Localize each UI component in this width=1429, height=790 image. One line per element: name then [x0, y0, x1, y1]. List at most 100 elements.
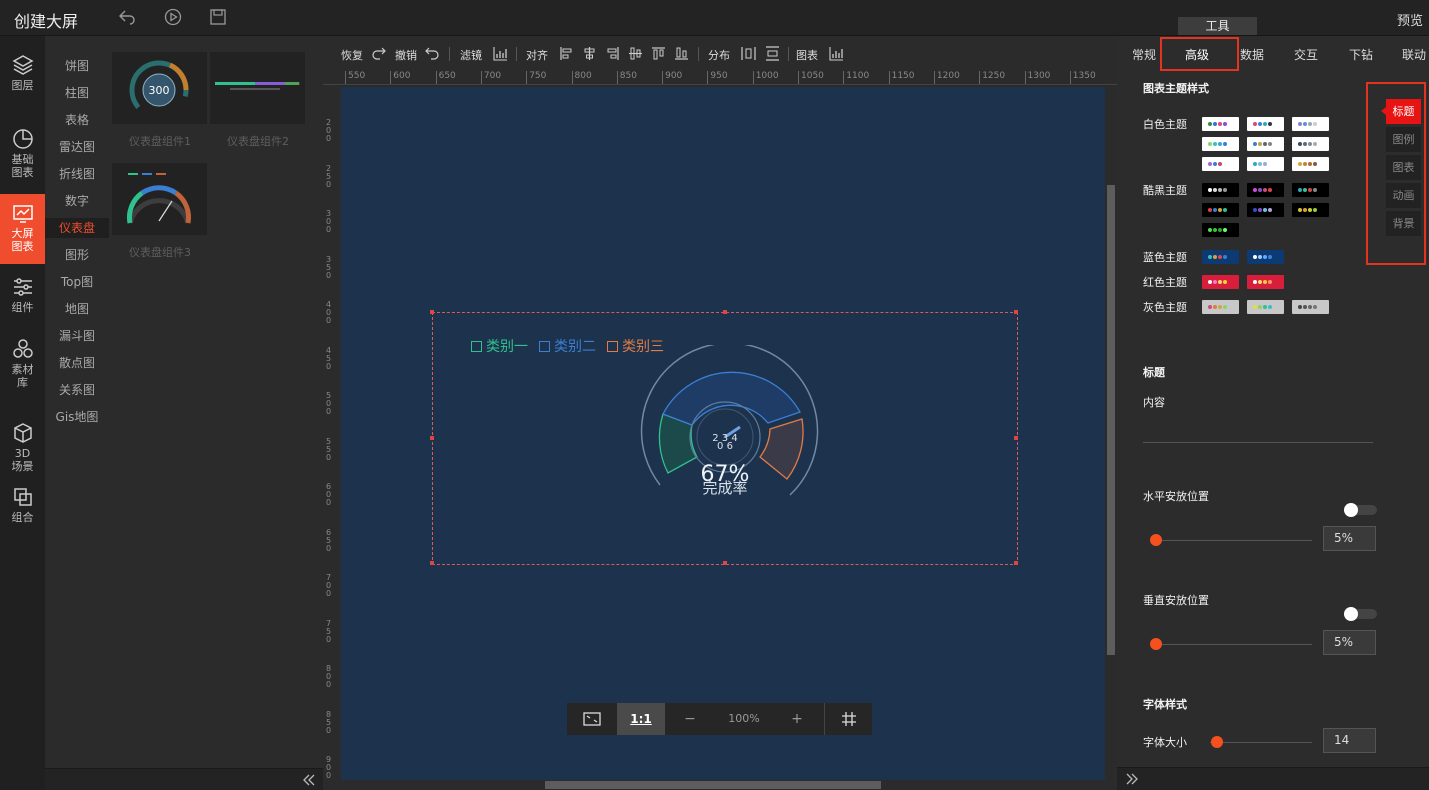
theme-swatch[interactable]: [1247, 117, 1284, 131]
theme-swatch[interactable]: [1247, 275, 1284, 289]
vertical-scrollbar[interactable]: [1105, 87, 1117, 780]
theme-swatch[interactable]: [1292, 300, 1329, 314]
tools-tab[interactable]: 工具: [1178, 17, 1257, 35]
filter-button[interactable]: 滤镜: [460, 47, 482, 63]
theme-swatch[interactable]: [1292, 117, 1329, 131]
theme-swatch[interactable]: [1247, 250, 1284, 264]
panel-tab[interactable]: 常规: [1132, 46, 1156, 63]
align-bottom-icon[interactable]: [674, 46, 689, 61]
vpos-slider-track[interactable]: [1150, 644, 1312, 645]
category-item[interactable]: 散点图: [45, 353, 109, 373]
resize-handle[interactable]: [430, 436, 434, 440]
theme-swatch[interactable]: [1202, 250, 1239, 264]
zoom-in-button[interactable]: +: [780, 703, 814, 735]
hpos-slider-track[interactable]: [1150, 540, 1312, 541]
nav-layers[interactable]: 图层: [0, 54, 45, 98]
category-item[interactable]: 柱图: [45, 83, 109, 103]
horizontal-scrollbar[interactable]: [341, 780, 1117, 790]
theme-swatch[interactable]: [1202, 157, 1239, 171]
theme-swatch[interactable]: [1202, 223, 1239, 237]
category-item[interactable]: 表格: [45, 110, 109, 130]
preview-button[interactable]: 预览: [1397, 10, 1423, 29]
vpos-slider-handle[interactable]: [1150, 638, 1162, 650]
font-size-slider-handle[interactable]: [1211, 736, 1223, 748]
category-item[interactable]: 地图: [45, 299, 109, 319]
category-item[interactable]: 数字: [45, 191, 109, 211]
play-icon[interactable]: [164, 8, 182, 26]
theme-swatch[interactable]: [1292, 183, 1329, 197]
vpos-value-input[interactable]: 5%: [1323, 630, 1376, 655]
theme-swatch[interactable]: [1292, 203, 1329, 217]
hpos-slider-handle[interactable]: [1150, 534, 1162, 546]
gauge-chart[interactable]: 2 3 4 0 6 67% 完成率: [630, 345, 820, 505]
fit-screen-button[interactable]: [567, 703, 617, 735]
resize-handle[interactable]: [1014, 310, 1018, 314]
legend-item-2[interactable]: 类别二: [539, 336, 596, 356]
collapse-left-icon[interactable]: [301, 772, 317, 788]
nav-basic-charts[interactable]: 基础 图表: [0, 128, 45, 179]
theme-swatch[interactable]: [1292, 137, 1329, 151]
theme-swatch[interactable]: [1202, 203, 1239, 217]
theme-swatch[interactable]: [1202, 275, 1239, 289]
panel-tab[interactable]: 交互: [1294, 46, 1318, 63]
align-middle-icon[interactable]: [628, 46, 643, 61]
nav-bigscreen-charts[interactable]: 大屏 图表: [0, 194, 45, 264]
thumb-gauge-1[interactable]: 300: [112, 52, 207, 124]
theme-swatch[interactable]: [1202, 300, 1239, 314]
ratio-1-1-button[interactable]: 1:1: [617, 703, 665, 735]
theme-swatch[interactable]: [1247, 137, 1284, 151]
category-item[interactable]: 仪表盘: [45, 218, 109, 238]
theme-swatch[interactable]: [1247, 300, 1284, 314]
theme-swatch[interactable]: [1247, 203, 1284, 217]
thumb-gauge-2[interactable]: [210, 52, 305, 124]
theme-swatch[interactable]: [1202, 183, 1239, 197]
category-item[interactable]: Gis地图: [45, 407, 109, 427]
category-item[interactable]: 漏斗图: [45, 326, 109, 346]
category-item[interactable]: 折线图: [45, 164, 109, 184]
content-input-underline[interactable]: [1143, 442, 1373, 443]
resize-handle[interactable]: [723, 561, 727, 565]
theme-swatch[interactable]: [1247, 183, 1284, 197]
resize-handle[interactable]: [1014, 561, 1018, 565]
filter-chart-icon[interactable]: [493, 46, 508, 61]
align-right-icon[interactable]: [605, 46, 620, 61]
resize-handle[interactable]: [723, 310, 727, 314]
thumb-gauge-3[interactable]: [112, 163, 207, 235]
grid-toggle-button[interactable]: [824, 703, 872, 735]
undo-button[interactable]: 撤销: [395, 47, 417, 63]
theme-swatch[interactable]: [1202, 117, 1239, 131]
distribute-v-icon[interactable]: [765, 46, 780, 61]
theme-swatch[interactable]: [1292, 157, 1329, 171]
hpos-toggle[interactable]: [1344, 503, 1377, 517]
align-top-icon[interactable]: [651, 46, 666, 61]
theme-swatch[interactable]: [1247, 157, 1284, 171]
font-size-slider-track[interactable]: [1210, 742, 1312, 743]
font-size-input[interactable]: 14: [1323, 728, 1376, 753]
category-item[interactable]: Top图: [45, 272, 109, 292]
panel-tab[interactable]: 联动: [1402, 46, 1426, 63]
resize-handle[interactable]: [430, 310, 434, 314]
nav-materials[interactable]: 素材 库: [0, 338, 45, 394]
resize-handle[interactable]: [1014, 436, 1018, 440]
theme-swatch[interactable]: [1202, 137, 1239, 151]
save-icon[interactable]: [209, 8, 227, 26]
legend-item-1[interactable]: 类别一: [471, 336, 528, 356]
nav-group[interactable]: 组合: [0, 486, 45, 528]
chart-button[interactable]: 图表: [796, 47, 818, 63]
vertical-scroll-thumb[interactable]: [1107, 185, 1115, 655]
collapse-right-icon[interactable]: [1124, 771, 1140, 787]
nav-3d-scene[interactable]: 3D 场景: [0, 422, 45, 478]
undo-arrow-icon[interactable]: [425, 46, 440, 61]
align-center-h-icon[interactable]: [582, 46, 597, 61]
vpos-toggle[interactable]: [1344, 607, 1377, 621]
resize-handle[interactable]: [430, 561, 434, 565]
panel-tab[interactable]: 下钻: [1349, 46, 1373, 63]
category-item[interactable]: 雷达图: [45, 137, 109, 157]
redo-icon[interactable]: [371, 46, 386, 61]
category-item[interactable]: 关系图: [45, 380, 109, 400]
bar-chart-icon[interactable]: [829, 46, 844, 61]
category-item[interactable]: 饼图: [45, 56, 109, 76]
nav-components[interactable]: 组件: [0, 276, 45, 318]
align-left-icon[interactable]: [559, 46, 574, 61]
panel-tab[interactable]: 数据: [1240, 46, 1264, 63]
